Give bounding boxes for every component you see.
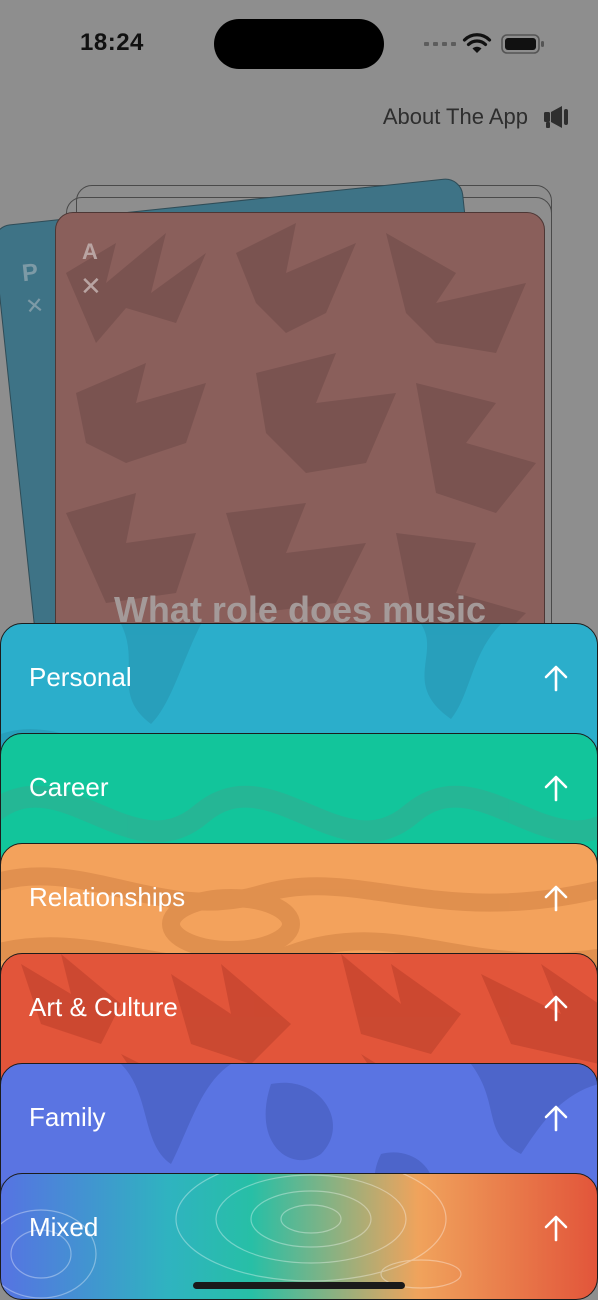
- arrow-up-icon: [544, 775, 568, 802]
- category-label: Relationships: [29, 882, 186, 912]
- home-indicator[interactable]: [193, 1282, 405, 1289]
- card-close-icon[interactable]: ✕: [80, 271, 102, 302]
- arrow-up-icon: [544, 995, 568, 1022]
- card-category-letter: A: [82, 239, 98, 264]
- card-deck: P ✕ A ✕ What role does music: [0, 0, 598, 786]
- arrow-up-icon: [544, 1215, 568, 1242]
- category-label: Personal: [29, 662, 132, 692]
- arrow-up-icon: [544, 665, 568, 692]
- category-label: Career: [29, 772, 109, 802]
- category-label: Art & Culture: [29, 992, 178, 1022]
- card-category-letter: P: [20, 258, 40, 288]
- arrow-up-icon: [544, 885, 568, 912]
- arrow-up-icon: [544, 1105, 568, 1132]
- category-label: Family: [29, 1102, 106, 1132]
- card-close-icon: ✕: [24, 292, 46, 320]
- category-label: Mixed: [29, 1212, 99, 1242]
- category-mixed[interactable]: Mixed: [0, 1173, 598, 1300]
